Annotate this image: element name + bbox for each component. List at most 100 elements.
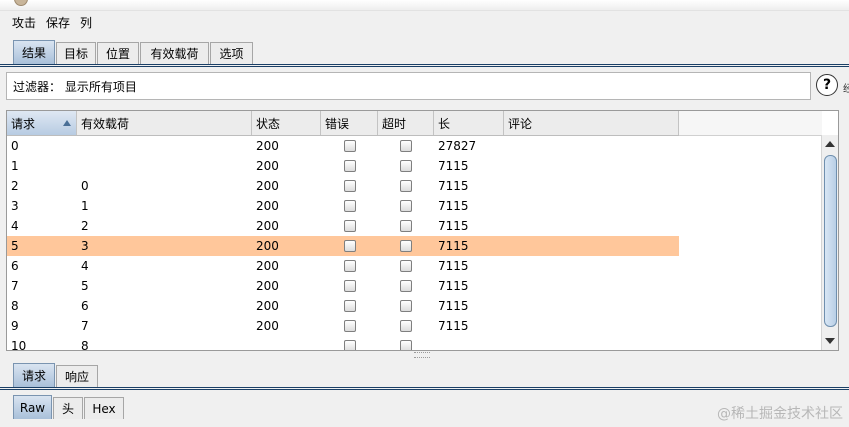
cell-length — [434, 336, 438, 350]
cell-payload: 4 — [81, 259, 89, 273]
cell-length: 7115 — [438, 279, 469, 293]
table-row[interactable]: 5 3 200 7115 — [7, 236, 679, 256]
table-row[interactable]: 2 0 200 7115 — [7, 176, 679, 196]
cell-comment — [504, 256, 508, 276]
sort-ascending-icon — [63, 120, 71, 126]
column-comment[interactable]: 评论 — [504, 111, 679, 135]
menu-columns[interactable]: 列 — [75, 14, 97, 31]
timeout-checkbox — [400, 200, 412, 212]
scroll-down-icon[interactable] — [825, 338, 835, 344]
scroll-thumb[interactable] — [824, 155, 837, 327]
table-row[interactable]: 10 8 — [7, 336, 679, 351]
timeout-checkbox — [400, 300, 412, 312]
table-row[interactable]: 9 7 200 7115 — [7, 316, 679, 336]
table-header: 请求 有效载荷 状态 错误 超时 长 评论 — [7, 111, 679, 136]
column-length[interactable]: 长 — [434, 111, 504, 135]
timeout-checkbox — [400, 160, 412, 172]
column-payload[interactable]: 有效载荷 — [77, 111, 252, 135]
tab-target[interactable]: 目标 — [56, 42, 96, 64]
cell-comment — [504, 136, 508, 156]
cell-request: 6 — [11, 259, 19, 273]
column-status[interactable]: 状态 — [252, 111, 321, 135]
table-row[interactable]: 8 6 200 7115 — [7, 296, 679, 316]
cell-length: 7115 — [438, 159, 469, 173]
cell-status: 200 — [256, 159, 279, 173]
cell-request: 9 — [11, 319, 19, 333]
cell-request: 0 — [11, 139, 19, 153]
cell-request: 7 — [11, 279, 19, 293]
table-body: 0 200 27827 1 200 7115 2 0 200 7115 3 1 200 7115 4 2 200… — [7, 136, 679, 351]
table-row[interactable]: 0 200 27827 — [7, 136, 679, 156]
cell-status: 200 — [256, 179, 279, 193]
tab-raw[interactable]: Raw — [13, 395, 52, 419]
cell-comment — [504, 296, 508, 316]
error-checkbox — [344, 280, 356, 292]
cell-comment — [504, 216, 508, 236]
cell-request: 4 — [11, 219, 19, 233]
cell-request: 2 — [11, 179, 19, 193]
cell-length: 7115 — [438, 239, 469, 253]
table-row[interactable]: 1 200 7115 — [7, 156, 679, 176]
cell-status: 200 — [256, 319, 279, 333]
vertical-scrollbar[interactable] — [821, 135, 838, 350]
error-checkbox — [344, 200, 356, 212]
intruder-attack-window: 攻击 保存 列 结果 目标 位置 有效载荷 选项 过滤器： 显示所有项目 ? 经… — [0, 0, 849, 427]
error-checkbox — [344, 240, 356, 252]
cell-comment — [504, 196, 508, 216]
cell-request: 3 — [11, 199, 19, 213]
window-top-strip — [0, 0, 849, 11]
cell-status: 200 — [256, 239, 279, 253]
tab-positions[interactable]: 位置 — [97, 42, 139, 64]
cell-comment — [504, 176, 508, 196]
cell-length: 7115 — [438, 219, 469, 233]
cell-payload: 6 — [81, 299, 89, 313]
column-error[interactable]: 错误 — [321, 111, 378, 135]
table-row[interactable]: 6 4 200 7115 — [7, 256, 679, 276]
split-pane-divider[interactable] — [414, 352, 430, 358]
cell-status: 200 — [256, 279, 279, 293]
cell-status: 200 — [256, 199, 279, 213]
cell-payload: 2 — [81, 219, 89, 233]
table-row[interactable]: 7 5 200 7115 — [7, 276, 679, 296]
tab-payloads[interactable]: 有效载荷 — [140, 42, 209, 64]
error-checkbox — [344, 180, 356, 192]
table-row[interactable]: 4 2 200 7115 — [7, 216, 679, 236]
column-request[interactable]: 请求 — [7, 111, 77, 135]
timeout-checkbox — [400, 340, 412, 350]
cell-length: 7115 — [438, 299, 469, 313]
error-checkbox — [344, 160, 356, 172]
cell-request: 5 — [11, 239, 19, 253]
detail-tabstrip: 请求 响应 — [0, 361, 849, 390]
cell-payload: 5 — [81, 279, 89, 293]
cell-request: 8 — [11, 299, 19, 313]
menu-save[interactable]: 保存 — [41, 14, 75, 31]
scroll-up-icon[interactable] — [825, 141, 835, 147]
tab-hex[interactable]: Hex — [84, 397, 124, 419]
cell-status: 200 — [256, 299, 279, 313]
cell-status: 200 — [256, 219, 279, 233]
error-checkbox — [344, 140, 356, 152]
cell-payload: 7 — [81, 319, 89, 333]
table-row[interactable]: 3 1 200 7115 — [7, 196, 679, 216]
timeout-checkbox — [400, 260, 412, 272]
tab-request[interactable]: 请求 — [13, 363, 55, 387]
error-checkbox — [344, 320, 356, 332]
error-checkbox — [344, 260, 356, 272]
tab-headers[interactable]: 头 — [53, 397, 83, 419]
cell-request: 1 — [11, 159, 19, 173]
tab-results[interactable]: 结果 — [13, 40, 55, 64]
timeout-checkbox — [400, 140, 412, 152]
cell-status: 200 — [256, 259, 279, 273]
help-icon[interactable]: ? — [816, 74, 838, 96]
cell-length: 7115 — [438, 179, 469, 193]
menu-attack[interactable]: 攻击 — [7, 14, 41, 31]
cell-payload — [77, 136, 81, 156]
tab-options[interactable]: 选项 — [210, 42, 253, 64]
cell-comment — [504, 276, 508, 296]
filter-bar[interactable]: 过滤器： 显示所有项目 — [6, 72, 811, 100]
column-timeout[interactable]: 超时 — [378, 111, 434, 135]
timeout-checkbox — [400, 180, 412, 192]
cell-status: 200 — [256, 139, 279, 153]
tab-response[interactable]: 响应 — [56, 365, 98, 387]
cell-payload: 8 — [81, 339, 89, 351]
